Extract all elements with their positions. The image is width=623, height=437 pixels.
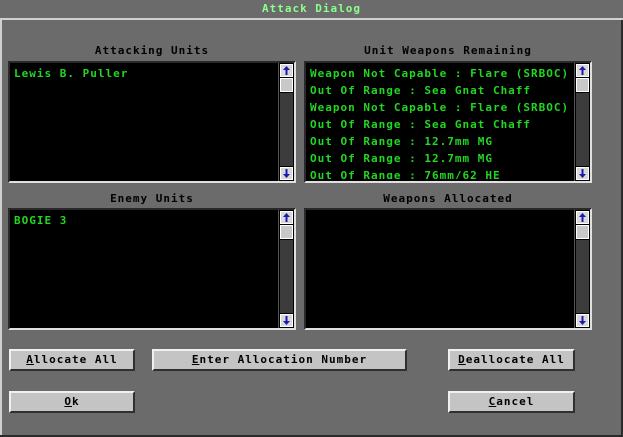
ok-hotkey: O: [64, 395, 72, 408]
enemy-units-scrollbar[interactable]: [278, 210, 294, 328]
arrow-down-icon[interactable]: [280, 314, 293, 327]
scroll-track[interactable]: [280, 240, 293, 313]
weapons-allocated-list[interactable]: [304, 208, 592, 330]
frame-left: [0, 20, 2, 437]
list-item[interactable]: Out Of Range : 12.7mm MG: [310, 150, 570, 167]
arrow-down-icon[interactable]: [280, 167, 293, 180]
allocate-all-button[interactable]: Allocate All: [9, 349, 135, 371]
list-item[interactable]: Lewis B. Puller: [14, 65, 274, 82]
enemy-units-items: BOGIE 3: [14, 212, 274, 326]
unit-weapons-remaining-list[interactable]: Weapon Not Capable : Flare (SRBOC) Out Of…: [304, 61, 592, 183]
attacking-units-items: Lewis B. Puller: [14, 65, 274, 179]
arrow-down-icon[interactable]: [576, 314, 589, 327]
scroll-thumb[interactable]: [280, 78, 293, 92]
weapons-allocated-scrollbar[interactable]: [574, 210, 590, 328]
arrow-up-icon[interactable]: [576, 211, 589, 224]
arrow-down-icon[interactable]: [576, 167, 589, 180]
deallocate-all-button[interactable]: Deallocate All: [448, 349, 575, 371]
arrow-up-icon[interactable]: [280, 211, 293, 224]
attacking-units-list[interactable]: Lewis B. Puller: [8, 61, 296, 183]
scroll-thumb[interactable]: [280, 225, 293, 239]
allocate-all-label: llocate All: [33, 353, 118, 366]
arrow-up-icon[interactable]: [280, 64, 293, 77]
unit-weapons-scrollbar[interactable]: [574, 63, 590, 181]
cancel-button[interactable]: Cancel: [448, 391, 575, 413]
unit-weapons-remaining-items: Weapon Not Capable : Flare (SRBOC) Out Of…: [310, 65, 570, 179]
enemy-units-label: Enemy Units: [110, 192, 194, 205]
list-item[interactable]: Out Of Range : 12.7mm MG: [310, 133, 570, 150]
unit-weapons-remaining-label: Unit Weapons Remaining: [364, 44, 532, 57]
scroll-thumb[interactable]: [576, 225, 589, 239]
dialog-title: Attack Dialog: [0, 0, 623, 20]
ok-button[interactable]: Ok: [9, 391, 135, 413]
attacking-units-scrollbar[interactable]: [278, 63, 294, 181]
enter-allocation-number-label: nter Allocation Number: [199, 353, 368, 366]
list-item[interactable]: Weapon Not Capable : Flare (SRBOC): [310, 99, 570, 116]
list-item[interactable]: Weapon Not Capable : Flare (SRBOC): [310, 65, 570, 82]
attacking-units-label: Attacking Units: [94, 44, 210, 57]
list-item[interactable]: Out Of Range : Sea Gnat Chaff: [310, 116, 570, 133]
enemy-units-list[interactable]: BOGIE 3: [8, 208, 296, 330]
scroll-track[interactable]: [576, 240, 589, 313]
deallocate-all-hotkey: D: [458, 353, 466, 366]
allocate-all-hotkey: A: [26, 353, 34, 366]
scroll-track[interactable]: [576, 93, 589, 166]
deallocate-all-label: eallocate All: [465, 353, 565, 366]
ok-label: k: [72, 395, 80, 408]
scroll-thumb[interactable]: [576, 78, 589, 92]
weapons-allocated-label: Weapons Allocated: [383, 192, 513, 205]
enter-allocation-number-button[interactable]: Enter Allocation Number: [152, 349, 407, 371]
weapons-allocated-items: [310, 212, 570, 326]
list-item[interactable]: BOGIE 3: [14, 212, 274, 229]
scroll-track[interactable]: [280, 93, 293, 166]
list-item[interactable]: Out Of Range : Sea Gnat Chaff: [310, 82, 570, 99]
arrow-up-icon[interactable]: [576, 64, 589, 77]
cancel-label: ancel: [496, 395, 535, 408]
list-item[interactable]: Out Of Range : 76mm/62 HE: [310, 167, 570, 179]
